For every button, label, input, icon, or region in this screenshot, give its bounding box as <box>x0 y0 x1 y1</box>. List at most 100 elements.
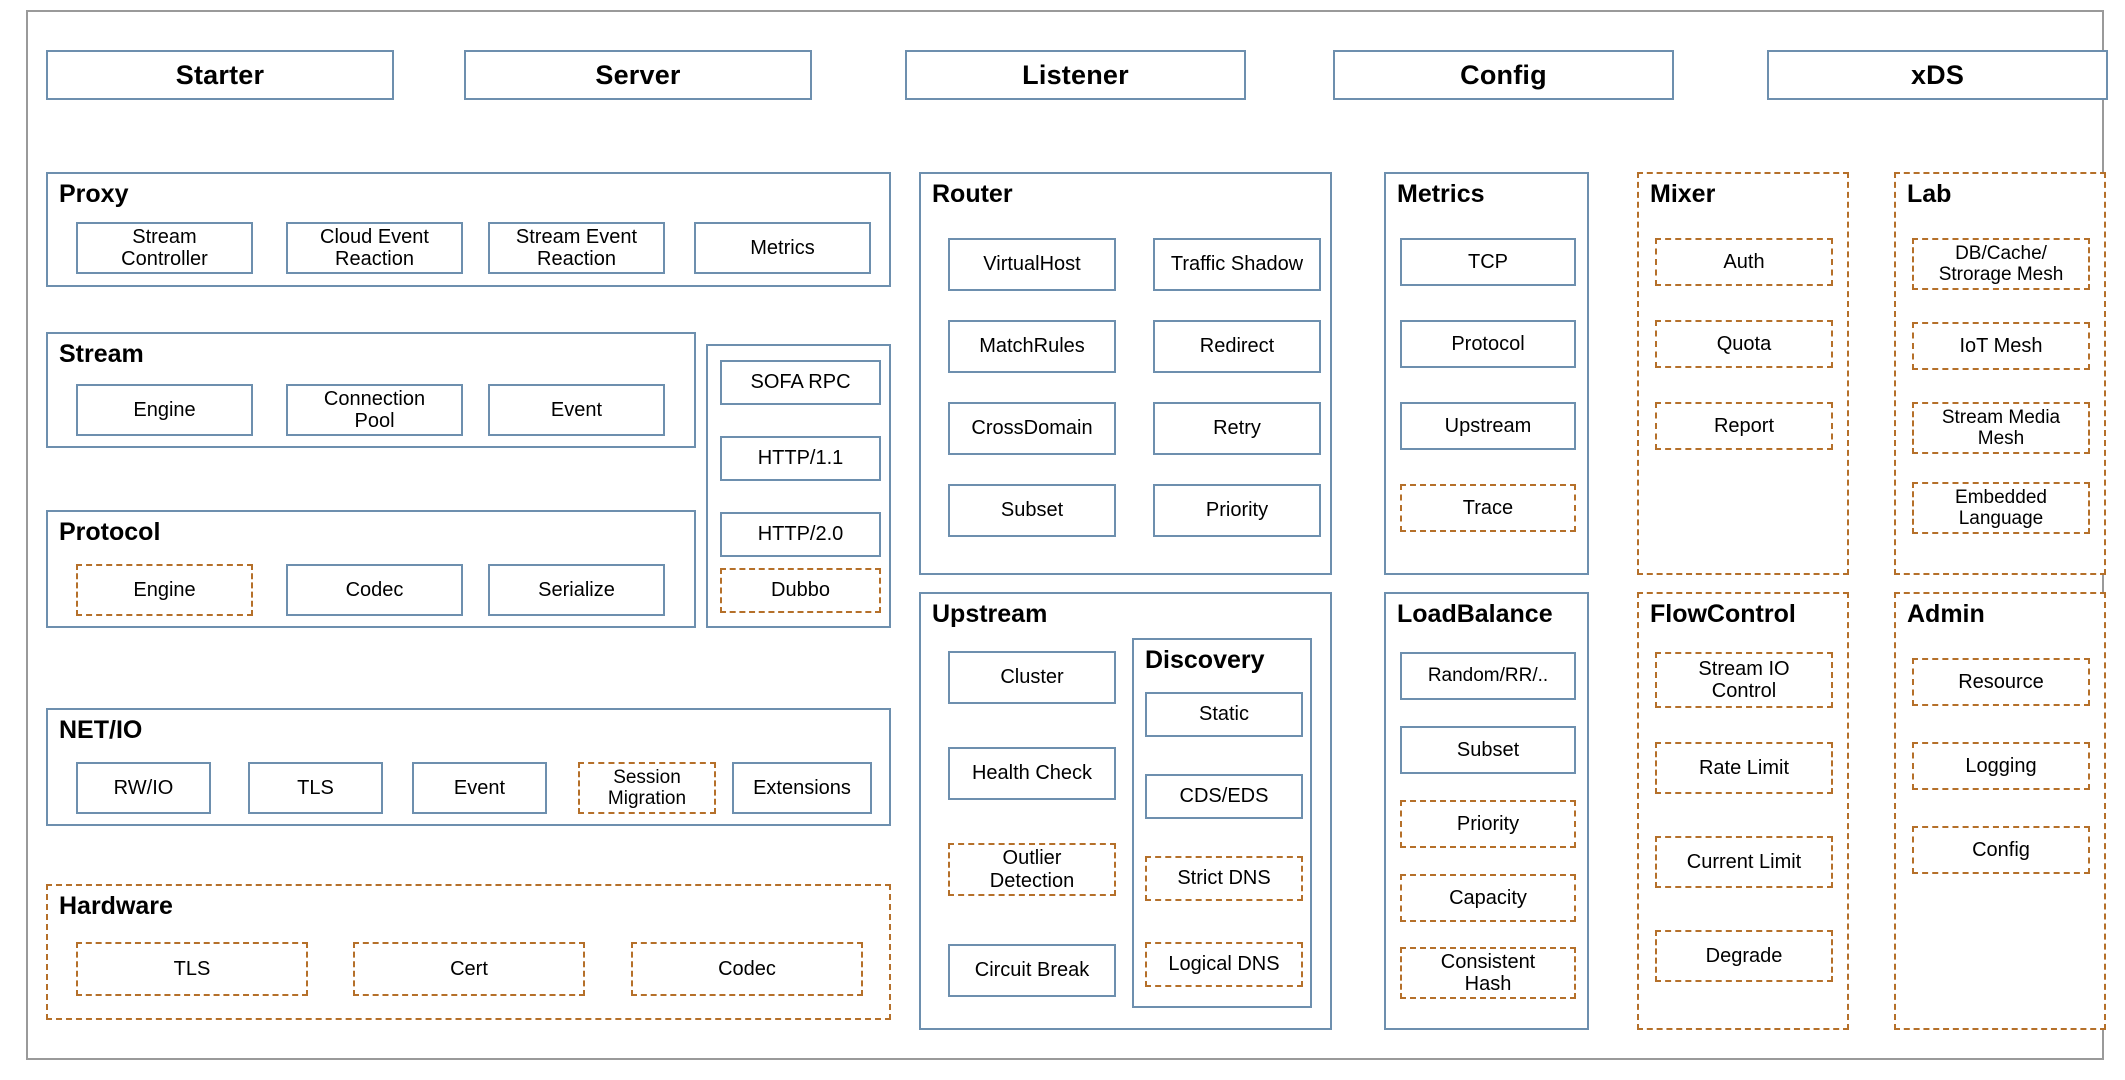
item-lb-consistent-hash[interactable]: Consistent Hash <box>1400 947 1576 999</box>
item-http-2-0[interactable]: HTTP/2.0 <box>720 512 881 557</box>
item-redirect[interactable]: Redirect <box>1153 320 1321 373</box>
item-stream-event[interactable]: Event <box>488 384 665 436</box>
item-label: Cloud Event Reaction <box>320 225 429 270</box>
diagram-frame: Starter Server Listener Config xDS Proxy… <box>26 10 2108 1060</box>
item-netio-event[interactable]: Event <box>412 762 547 814</box>
item-label: Serialize <box>538 578 615 601</box>
item-label: SOFA RPC <box>750 371 851 394</box>
item-netio-tls[interactable]: TLS <box>248 762 383 814</box>
item-label: Stream Controller <box>121 225 208 270</box>
item-lb-capacity[interactable]: Capacity <box>1400 874 1576 922</box>
item-stream-io-control[interactable]: Stream IO Control <box>1655 652 1833 708</box>
item-label: Connection Pool <box>323 387 426 432</box>
item-label: Random/RR/.. <box>1427 665 1549 687</box>
item-label: Report <box>1713 414 1775 437</box>
group-protocol: Protocol Engine Codec Serialize <box>46 510 696 628</box>
header-box-xds[interactable]: xDS <box>1767 50 2108 100</box>
header-label: Listener <box>1022 59 1129 90</box>
item-stream-media-mesh[interactable]: Stream Media Mesh <box>1912 402 2090 454</box>
item-label: Stream Media Mesh <box>1941 406 2061 449</box>
item-dubbo[interactable]: Dubbo <box>720 568 881 613</box>
group-lab: Lab DB/Cache/ Strorage Mesh IoT Mesh Str… <box>1894 172 2106 575</box>
item-outlier-detection[interactable]: Outlier Detection <box>948 843 1116 896</box>
item-logical-dns[interactable]: Logical DNS <box>1145 942 1303 987</box>
item-label: Codec <box>718 957 776 980</box>
item-lb-subset[interactable]: Subset <box>1400 726 1576 774</box>
item-matchrules[interactable]: MatchRules <box>948 320 1116 373</box>
item-label: Stream Event Reaction <box>515 225 638 270</box>
item-label: Trace <box>1462 496 1514 519</box>
item-protocol-serialize[interactable]: Serialize <box>488 564 665 616</box>
item-label: Upstream <box>1444 414 1532 437</box>
item-metrics-tcp[interactable]: TCP <box>1400 238 1576 286</box>
item-label: Redirect <box>1199 335 1275 358</box>
item-label: Rate Limit <box>1698 756 1790 779</box>
item-hardware-tls[interactable]: TLS <box>76 942 308 996</box>
item-label: Strict DNS <box>1177 867 1271 890</box>
item-label: Event <box>550 398 603 421</box>
item-virtualhost[interactable]: VirtualHost <box>948 238 1116 291</box>
item-cloud-event-reaction[interactable]: Cloud Event Reaction <box>286 222 463 274</box>
item-label: TLS <box>297 776 334 799</box>
item-admin-logging[interactable]: Logging <box>1912 742 2090 790</box>
item-label: Embedded Language <box>1955 486 2047 529</box>
item-lb-priority[interactable]: Priority <box>1400 800 1576 848</box>
item-mixer-auth[interactable]: Auth <box>1655 238 1833 286</box>
item-extensions[interactable]: Extensions <box>732 762 872 814</box>
group-protocol-list: SOFA RPC HTTP/1.1 HTTP/2.0 Dubbo <box>706 344 891 628</box>
item-hardware-cert[interactable]: Cert <box>353 942 585 996</box>
item-label: Capacity <box>1449 886 1527 909</box>
header-box-listener[interactable]: Listener <box>905 50 1246 100</box>
item-session-migration[interactable]: Session Migration <box>578 762 716 814</box>
item-cluster[interactable]: Cluster <box>948 651 1116 704</box>
item-router-subset[interactable]: Subset <box>948 484 1116 537</box>
item-cds-eds[interactable]: CDS/EDS <box>1145 774 1303 819</box>
item-stream-engine[interactable]: Engine <box>76 384 253 436</box>
item-protocol-codec[interactable]: Codec <box>286 564 463 616</box>
item-circuit-break[interactable]: Circuit Break <box>948 944 1116 997</box>
group-title-metrics: Metrics <box>1397 180 1485 208</box>
item-router-priority[interactable]: Priority <box>1153 484 1321 537</box>
group-admin: Admin Resource Logging Config <box>1894 592 2106 1030</box>
item-http-1-1[interactable]: HTTP/1.1 <box>720 436 881 481</box>
item-label: Metrics <box>750 236 815 259</box>
group-title-hardware: Hardware <box>59 892 173 920</box>
item-health-check[interactable]: Health Check <box>948 747 1116 800</box>
item-degrade[interactable]: Degrade <box>1655 930 1833 982</box>
item-embedded-language[interactable]: Embedded Language <box>1912 482 2090 534</box>
item-strict-dns[interactable]: Strict DNS <box>1145 856 1303 901</box>
item-stream-controller[interactable]: Stream Controller <box>76 222 253 274</box>
group-upstream: Upstream Cluster Health Check Outlier De… <box>919 592 1332 1030</box>
item-crossdomain[interactable]: CrossDomain <box>948 402 1116 455</box>
item-metrics-upstream[interactable]: Upstream <box>1400 402 1576 450</box>
header-label: Server <box>595 59 681 90</box>
item-rw-io[interactable]: RW/IO <box>76 762 211 814</box>
header-box-config[interactable]: Config <box>1333 50 1674 100</box>
item-retry[interactable]: Retry <box>1153 402 1321 455</box>
item-mixer-quota[interactable]: Quota <box>1655 320 1833 368</box>
item-mixer-report[interactable]: Report <box>1655 402 1833 450</box>
item-metrics-protocol[interactable]: Protocol <box>1400 320 1576 368</box>
item-protocol-engine[interactable]: Engine <box>76 564 253 616</box>
item-hardware-codec[interactable]: Codec <box>631 942 863 996</box>
item-metrics-trace[interactable]: Trace <box>1400 484 1576 532</box>
item-label: Priority <box>1456 812 1520 835</box>
group-proxy: Proxy Stream Controller Cloud Event Reac… <box>46 172 891 287</box>
header-box-server[interactable]: Server <box>464 50 812 100</box>
item-proxy-metrics[interactable]: Metrics <box>694 222 871 274</box>
item-rate-limit[interactable]: Rate Limit <box>1655 742 1833 794</box>
item-admin-config[interactable]: Config <box>1912 826 2090 874</box>
item-label: Health Check <box>971 762 1093 785</box>
item-lb-random-rr[interactable]: Random/RR/.. <box>1400 652 1576 700</box>
item-stream-event-reaction[interactable]: Stream Event Reaction <box>488 222 665 274</box>
item-connection-pool[interactable]: Connection Pool <box>286 384 463 436</box>
header-box-starter[interactable]: Starter <box>46 50 394 100</box>
item-traffic-shadow[interactable]: Traffic Shadow <box>1153 238 1321 291</box>
item-iot-mesh[interactable]: IoT Mesh <box>1912 322 2090 370</box>
item-db-cache-storage-mesh[interactable]: DB/Cache/ Strorage Mesh <box>1912 238 2090 290</box>
item-admin-resource[interactable]: Resource <box>1912 658 2090 706</box>
item-static[interactable]: Static <box>1145 692 1303 737</box>
item-label: Dubbo <box>771 579 830 602</box>
item-current-limit[interactable]: Current Limit <box>1655 836 1833 888</box>
item-sofa-rpc[interactable]: SOFA RPC <box>720 360 881 405</box>
